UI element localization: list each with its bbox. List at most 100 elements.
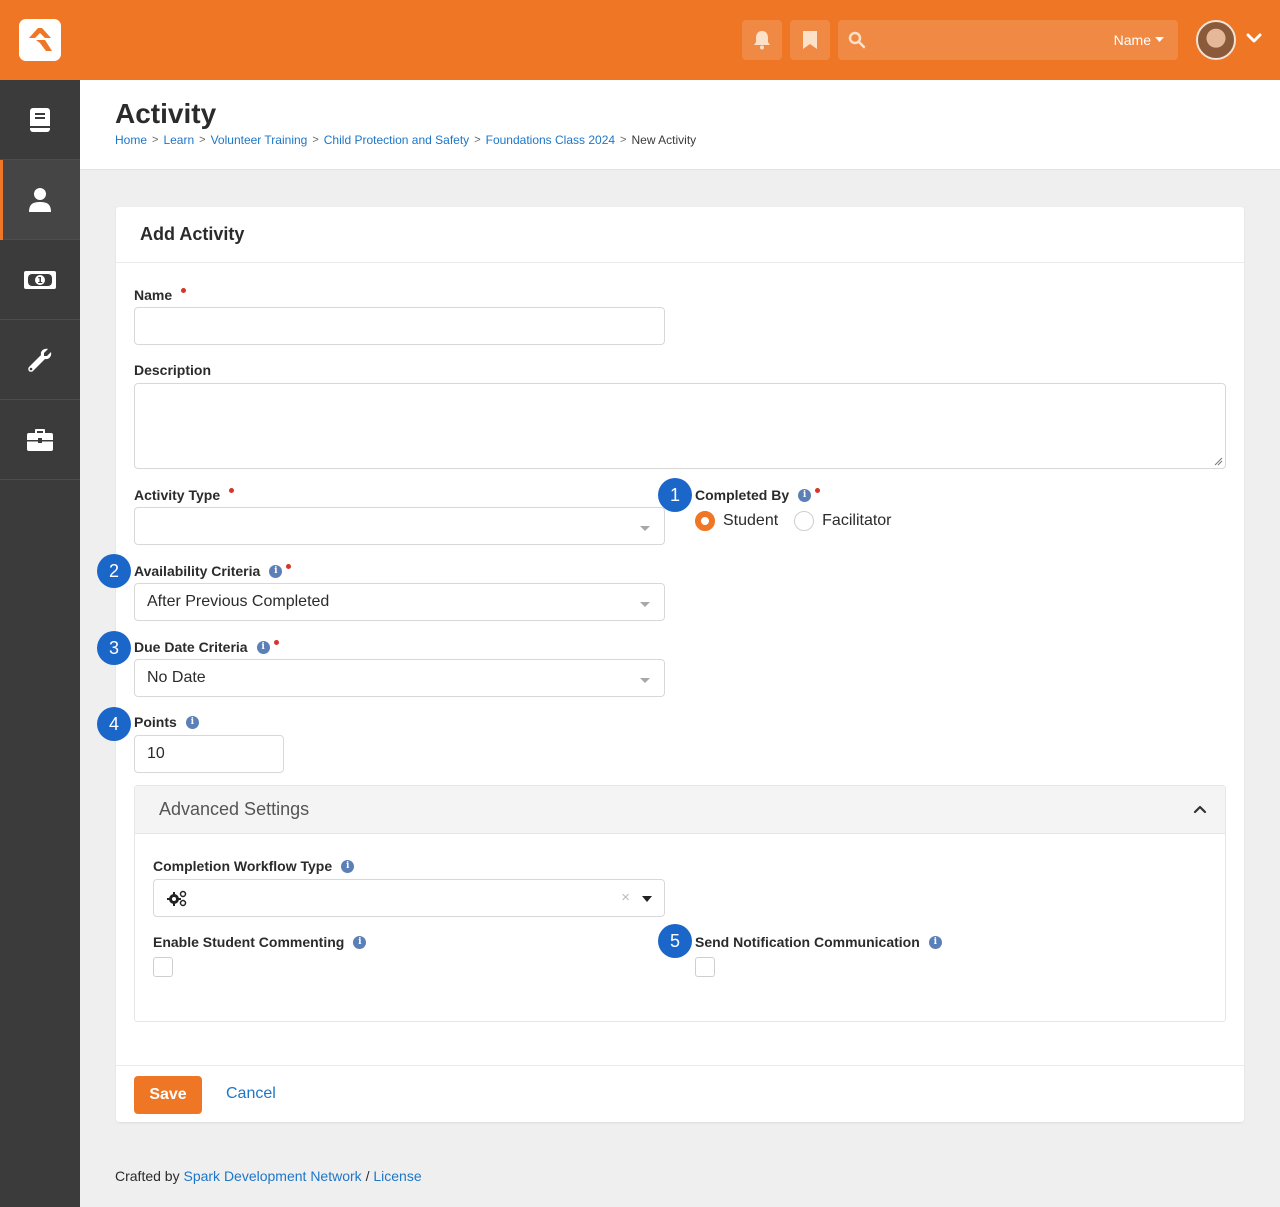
breadcrumb-separator: >: [152, 134, 159, 146]
search-scope-label: Name: [1113, 32, 1151, 48]
breadcrumb-foundations-class[interactable]: Foundations Class 2024: [486, 133, 615, 147]
money-bill-icon: 1: [24, 270, 56, 289]
points-field[interactable]: 10: [134, 735, 284, 773]
bookmark-icon: [803, 31, 817, 49]
workflow-type-label-text: Completion Workflow Type: [153, 858, 333, 874]
info-icon[interactable]: i: [269, 564, 283, 578]
sidebar-item-admin[interactable]: [0, 400, 80, 480]
breadcrumb: Home > Learn > Volunteer Training > Chil…: [115, 133, 696, 147]
caret-down-icon[interactable]: [642, 896, 652, 902]
save-button[interactable]: Save: [134, 1076, 202, 1114]
search-icon: [848, 31, 866, 49]
name-field[interactable]: [134, 307, 665, 345]
activity-type-select[interactable]: [134, 507, 665, 545]
notifications-button[interactable]: [742, 20, 782, 60]
search-bar[interactable]: Name: [838, 20, 1178, 60]
footer-separator: /: [365, 1168, 370, 1184]
caret-down-icon: [640, 602, 650, 607]
sidebar-item-finance[interactable]: 1: [0, 240, 80, 320]
clear-icon[interactable]: ×: [621, 889, 630, 906]
description-label: Description: [134, 362, 211, 378]
user-avatar[interactable]: [1196, 20, 1236, 60]
wrench-icon: [28, 348, 52, 372]
callout-badge-2: 2: [97, 554, 131, 588]
breadcrumb-separator: >: [312, 134, 319, 146]
sidebar-item-people[interactable]: [0, 160, 80, 240]
spark-link[interactable]: Spark Development Network: [183, 1168, 361, 1184]
callout-badge-1: 1: [658, 478, 692, 512]
chevron-up-icon[interactable]: [1193, 804, 1207, 814]
completed-by-label-text: Completed By: [695, 487, 790, 503]
availability-criteria-label: Availability Criteria i: [134, 563, 292, 579]
info-icon[interactable]: i: [185, 715, 199, 729]
description-field[interactable]: [134, 383, 1226, 469]
caret-down-icon: [1155, 37, 1164, 42]
footer-prefix: Crafted by: [115, 1168, 180, 1184]
advanced-settings-toggle[interactable]: Advanced Settings: [135, 786, 1225, 834]
panel-heading: Add Activity: [116, 207, 1244, 263]
workflow-type-picker[interactable]: ×: [153, 879, 665, 917]
availability-criteria-select[interactable]: After Previous Completed: [134, 583, 665, 621]
student-commenting-label-text: Enable Student Commenting: [153, 934, 345, 950]
required-indicator: [273, 639, 279, 645]
points-label-text: Points: [134, 714, 177, 730]
resize-handle-icon[interactable]: [1214, 457, 1223, 466]
caret-down-icon: [640, 526, 650, 531]
info-icon[interactable]: i: [353, 935, 367, 949]
student-commenting-label: Enable Student Commenting i: [153, 934, 367, 950]
due-date-criteria-label-text: Due Date Criteria: [134, 639, 248, 655]
advanced-settings-panel: Advanced Settings Completion Workflow Ty…: [134, 785, 1226, 1022]
bookmarks-button[interactable]: [790, 20, 830, 60]
info-icon[interactable]: i: [798, 488, 812, 502]
callout-badge-5: 5: [658, 924, 692, 958]
info-icon[interactable]: i: [256, 640, 270, 654]
workflow-type-label: Completion Workflow Type i: [153, 858, 355, 874]
radio-student[interactable]: [695, 511, 715, 531]
info-icon[interactable]: i: [928, 935, 942, 949]
callout-badge-3: 3: [97, 631, 131, 665]
add-activity-panel: Add Activity Name Description Activity T…: [97, 207, 1244, 1122]
name-label-text: Name: [134, 287, 173, 303]
student-commenting-checkbox[interactable]: [153, 957, 173, 977]
activity-type-label: Activity Type: [134, 487, 235, 503]
bell-icon: [754, 31, 770, 50]
points-label: Points i: [134, 714, 199, 730]
sidebar-item-tools[interactable]: [0, 320, 80, 400]
svg-text:1: 1: [37, 276, 43, 285]
cancel-button[interactable]: Cancel: [226, 1085, 276, 1103]
radio-facilitator-label[interactable]: Facilitator: [822, 512, 891, 530]
completed-by-label: Completed By i: [695, 487, 821, 503]
breadcrumb-separator: >: [474, 134, 481, 146]
license-link[interactable]: License: [373, 1168, 421, 1184]
required-indicator: [229, 487, 235, 493]
required-indicator: [181, 287, 187, 293]
breadcrumb-separator: >: [620, 134, 627, 146]
required-indicator: [815, 487, 821, 493]
page-title: Activity: [115, 98, 217, 129]
name-label: Name: [134, 287, 187, 303]
sidebar-item-content[interactable]: [0, 80, 80, 160]
breadcrumb-child-protection[interactable]: Child Protection and Safety: [324, 133, 469, 147]
radio-facilitator[interactable]: [794, 511, 815, 531]
due-date-criteria-select[interactable]: No Date: [134, 659, 665, 697]
breadcrumb-volunteer-training[interactable]: Volunteer Training: [211, 133, 308, 147]
breadcrumb-learn[interactable]: Learn: [163, 133, 194, 147]
user-icon: [29, 187, 51, 212]
info-icon[interactable]: i: [341, 859, 355, 873]
panel-footer: Save Cancel: [116, 1065, 1244, 1122]
due-date-criteria-label: Due Date Criteria i: [134, 639, 279, 655]
search-scope-dropdown[interactable]: Name: [1114, 32, 1164, 48]
chevron-down-icon[interactable]: [1246, 32, 1262, 44]
description-label-text: Description: [134, 362, 212, 378]
radio-student-label[interactable]: Student: [723, 512, 778, 530]
availability-criteria-value: After Previous Completed: [147, 593, 330, 610]
completed-by-radio-group: Student Facilitator: [695, 511, 892, 531]
points-field-value: 10: [147, 745, 165, 762]
send-notification-checkbox[interactable]: [695, 957, 715, 977]
send-notification-label: Send Notification Communication i: [695, 934, 942, 950]
breadcrumb-home[interactable]: Home: [115, 133, 147, 147]
availability-criteria-label-text: Availability Criteria: [134, 563, 261, 579]
logo-icon: [29, 28, 52, 51]
rock-logo[interactable]: [19, 19, 61, 61]
send-notification-label-text: Send Notification Communication: [695, 934, 920, 950]
